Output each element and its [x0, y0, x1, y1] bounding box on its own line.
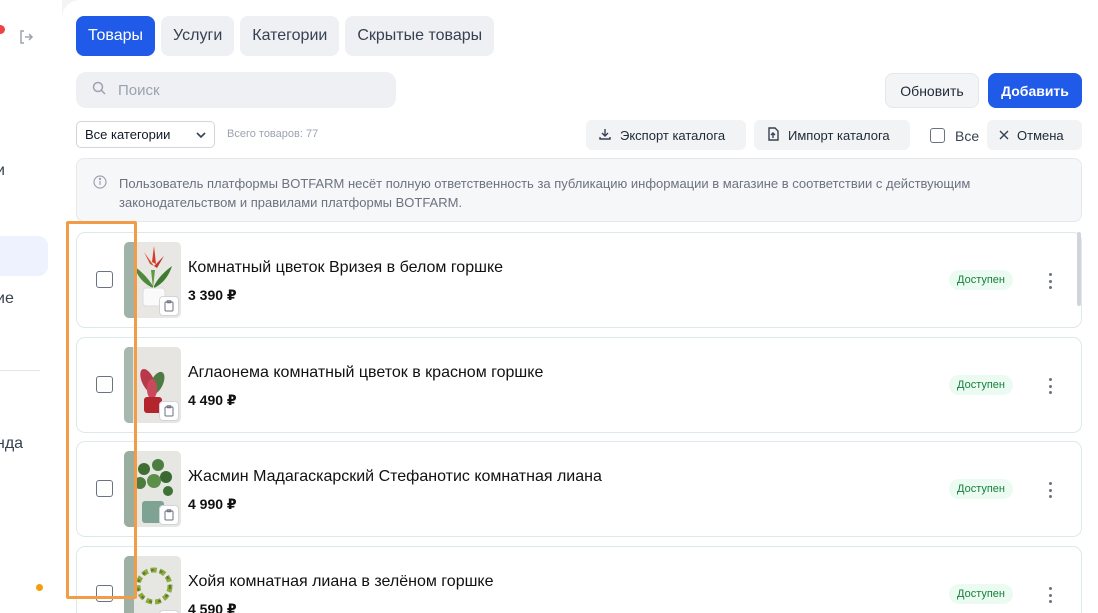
list-scrollbar[interactable] — [1077, 232, 1081, 306]
product-name[interactable]: Жасмин Мадагаскарский Стефанотис комнатн… — [188, 468, 602, 486]
product-name[interactable]: Хойя комнатная лиана в зелёном горшке — [188, 573, 494, 591]
search-box[interactable] — [76, 72, 396, 108]
tab-services[interactable]: Услуги — [161, 16, 235, 56]
product-image — [124, 556, 181, 613]
search-input[interactable] — [118, 81, 378, 99]
cancel-label: Отмена — [1017, 127, 1064, 143]
more-options-icon[interactable] — [1043, 480, 1057, 500]
tab-hidden-products[interactable]: Скрытые товары — [345, 16, 495, 56]
import-catalog-button[interactable]: Импорт каталога — [754, 120, 910, 150]
product-card[interactable]: Комнатный цветок Вризея в белом горшке 3… — [76, 232, 1082, 328]
clipboard-icon[interactable] — [159, 401, 179, 421]
more-options-icon[interactable] — [1043, 585, 1057, 605]
cancel-button[interactable]: Отмена — [987, 120, 1082, 150]
import-catalog-label: Импорт каталога — [788, 127, 890, 143]
category-select[interactable]: Все категории — [76, 121, 215, 148]
status-badge: Доступен — [949, 479, 1014, 499]
product-checkbox[interactable] — [96, 376, 113, 393]
product-checkbox[interactable] — [96, 480, 113, 497]
product-checkbox[interactable] — [96, 585, 113, 602]
sidebar-divider — [0, 370, 40, 371]
notification-dot — [0, 25, 5, 34]
refresh-button[interactable]: Обновить — [885, 73, 979, 108]
product-card[interactable]: Аглаонема комнатный цветок в красном гор… — [76, 337, 1082, 433]
product-card[interactable]: Хойя комнатная лиана в зелёном горшке 4 … — [76, 546, 1082, 613]
product-name[interactable]: Комнатный цветок Вризея в белом горшке — [188, 259, 503, 277]
product-checkbox[interactable] — [96, 271, 113, 288]
sidebar-item-label[interactable]: и — [0, 162, 5, 180]
sidebar-item-active[interactable] — [0, 236, 48, 276]
chevron-down-icon — [194, 128, 208, 145]
tab-bar: Товары Услуги Категории Скрытые товары — [76, 16, 495, 56]
sidebar-item-label[interactable]: нда — [0, 435, 23, 453]
select-all-label: Все — [955, 128, 980, 144]
export-catalog-label: Экспорт каталога — [620, 127, 726, 143]
logout-icon[interactable] — [18, 29, 34, 45]
total-count: Всего товаров: 77 — [227, 128, 319, 140]
product-price: 3 390 ₽ — [188, 287, 237, 303]
info-icon — [93, 175, 107, 194]
product-name[interactable]: Аглаонема комнатный цветок в красном гор… — [188, 364, 543, 382]
file-import-icon — [766, 126, 780, 144]
product-price: 4 590 ₽ — [188, 601, 237, 613]
tab-categories[interactable]: Категории — [240, 16, 340, 56]
product-price: 4 990 ₽ — [188, 496, 237, 512]
search-icon — [92, 81, 106, 100]
product-price: 4 490 ₽ — [188, 392, 237, 408]
catalog-panel: Товары Услуги Категории Скрытые товары О… — [62, 0, 1098, 613]
status-badge: Доступен — [949, 270, 1014, 290]
sidebar: и ие нда — [0, 0, 62, 613]
download-icon — [598, 127, 612, 144]
more-options-icon[interactable] — [1043, 271, 1057, 291]
clipboard-icon[interactable] — [159, 505, 179, 525]
export-catalog-button[interactable]: Экспорт каталога — [586, 120, 746, 150]
clipboard-icon[interactable] — [159, 296, 179, 316]
more-options-icon[interactable] — [1043, 376, 1057, 396]
sidebar-item-label[interactable]: ие — [0, 290, 14, 308]
status-badge: Доступен — [949, 375, 1014, 395]
select-all-checkbox[interactable] — [930, 128, 945, 143]
product-card[interactable]: Жасмин Мадагаскарский Стефанотис комнатн… — [76, 441, 1082, 537]
tab-products[interactable]: Товары — [76, 16, 156, 56]
add-button[interactable]: Добавить — [988, 73, 1082, 108]
info-notice: Пользователь платформы BOTFARM несёт пол… — [76, 158, 1082, 222]
notice-text: Пользователь платформы BOTFARM несёт пол… — [119, 176, 971, 210]
status-badge: Доступен — [949, 584, 1014, 604]
category-select-value: Все категории — [85, 127, 171, 142]
status-dot — [36, 584, 43, 591]
close-icon — [999, 128, 1009, 143]
